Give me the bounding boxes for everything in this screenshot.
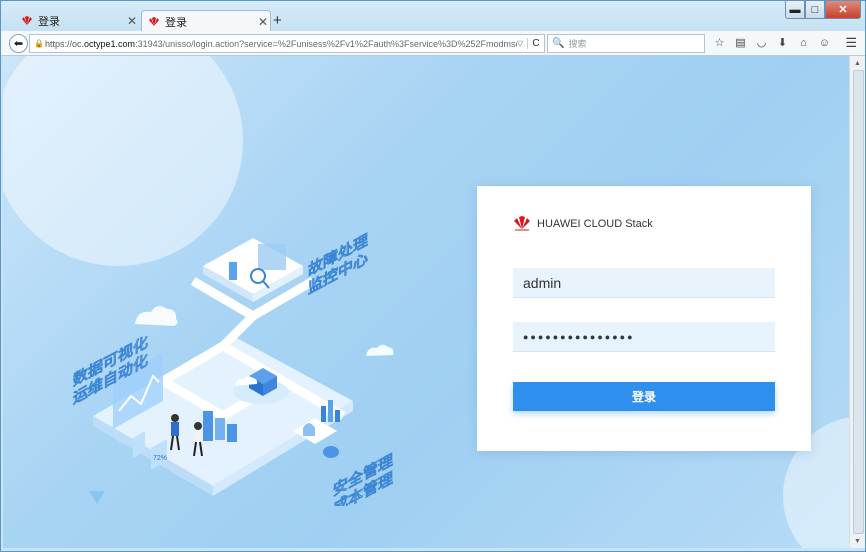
home-icon[interactable]: ⌂	[793, 34, 814, 51]
brand-header: HUAWEI CLOUD Stack	[513, 216, 653, 231]
bar-shape	[321, 406, 326, 422]
url-host: https://oc.octype1.com	[45, 38, 136, 49]
browser-window: 登录 ✕ 登录 ✕ + ▬ □ ✕ ⬅ 🔒 https://oc.octype1…	[0, 0, 866, 552]
funnel-icon	[89, 491, 105, 504]
label-bottom: 安全管理 成本管理	[333, 450, 393, 506]
minimize-button[interactable]: ▬	[785, 1, 805, 19]
bar-shape	[335, 410, 340, 422]
tab-close-icon[interactable]: ✕	[256, 15, 270, 29]
percent-label: 72%	[153, 455, 167, 462]
tab-title: 登录	[165, 16, 187, 29]
password-input[interactable]: ●●●●●●●●●●●●●●●	[513, 322, 775, 352]
chat-icon[interactable]: ☺	[814, 34, 835, 51]
tab-title: 登录	[38, 16, 60, 28]
huawei-logo-icon	[514, 216, 530, 231]
reading-list-icon[interactable]: ▤	[730, 34, 751, 51]
maximize-button[interactable]: □	[805, 1, 825, 19]
bar-shape	[215, 418, 225, 440]
bar-shape	[227, 424, 237, 442]
label-top: 故障处理 监控中心	[308, 230, 368, 298]
lock-icon: 🔒	[34, 39, 44, 48]
person-icon	[194, 422, 202, 430]
cloud-icon	[366, 344, 394, 356]
search-icon: 🔍	[552, 38, 565, 49]
address-bar[interactable]: 🔒 https://oc.octype1.com :31943/unisso/l…	[29, 34, 545, 53]
close-window-button[interactable]: ✕	[825, 1, 861, 19]
scroll-down-icon[interactable]: ▼	[850, 534, 865, 548]
search-box[interactable]: 🔍 搜索	[547, 34, 705, 53]
back-button[interactable]: ⬅	[9, 34, 28, 53]
huawei-logo-icon	[149, 16, 159, 26]
page-viewport: 72% 故障处理 监控中心 数据可视化 运维自动化 安全管理 成本管理 HUAW…	[3, 56, 849, 548]
bar-shape	[229, 262, 237, 280]
tab-login-1[interactable]: 登录 ✕	[15, 11, 139, 31]
login-card: HUAWEI CLOUD Stack admin ●●●●●●●●●●●●●●●…	[477, 186, 811, 451]
bar-shape	[203, 411, 213, 441]
cloud-icon	[135, 306, 178, 326]
upper-block	[203, 238, 303, 294]
pocket-icon[interactable]: ◡	[751, 34, 772, 51]
tab-login-2[interactable]: 登录 ✕	[141, 10, 271, 32]
reload-icon[interactable]: C	[527, 38, 544, 49]
scroll-up-icon[interactable]: ▲	[850, 56, 865, 70]
navigation-bar: ⬅ 🔒 https://oc.octype1.com :31943/unisso…	[1, 31, 865, 56]
url-path: :31943/unisso/login.action?service=%2Fun…	[135, 38, 517, 49]
password-mask: ●●●●●●●●●●●●●●●	[523, 331, 635, 342]
tab-bar: 登录 ✕ 登录 ✕ + ▬ □ ✕	[1, 1, 865, 32]
screen-panel	[258, 244, 286, 270]
login-button[interactable]: 登录	[513, 382, 775, 411]
arrow-left-icon: ⬅	[13, 38, 24, 50]
person-icon	[171, 414, 179, 422]
username-value: admin	[523, 274, 562, 291]
coin-bag-icon	[323, 446, 339, 458]
download-icon[interactable]: ⬇	[772, 34, 793, 51]
toolbar: ☆ ▤ ◡ ⬇ ⌂ ☺	[709, 34, 835, 51]
search-placeholder: 搜索	[568, 39, 587, 49]
huawei-logo-icon	[22, 16, 32, 25]
vertical-scrollbar[interactable]: ▲ ▼	[849, 56, 865, 548]
new-tab-button[interactable]: +	[273, 12, 282, 29]
bar-shape	[328, 400, 333, 422]
brand-name: HUAWEI CLOUD Stack	[537, 217, 653, 230]
dropdown-arrow-icon[interactable]: ▽	[517, 39, 527, 48]
isometric-illustration: 72% 故障处理 监控中心 数据可视化 运维自动化 安全管理 成本管理	[73, 230, 394, 506]
tab-close-icon[interactable]: ✕	[125, 14, 139, 28]
scroll-thumb[interactable]	[853, 70, 864, 534]
bookmark-star-icon[interactable]: ☆	[709, 34, 730, 51]
hamburger-menu-icon[interactable]: ☰	[845, 35, 857, 51]
username-input[interactable]: admin	[513, 268, 775, 298]
window-controls: ▬ □ ✕	[785, 1, 861, 19]
